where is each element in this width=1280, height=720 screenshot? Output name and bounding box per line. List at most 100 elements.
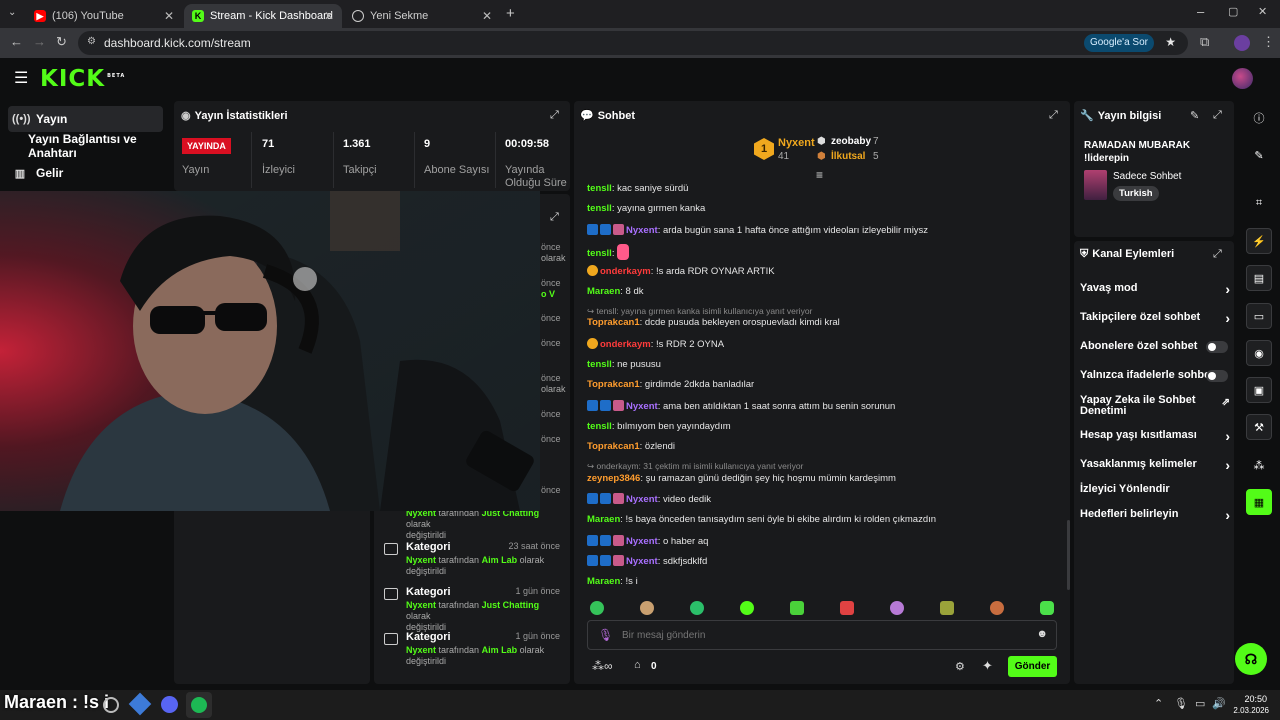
lightning-icon[interactable]: ⚡ bbox=[1246, 228, 1272, 254]
address-bar[interactable]: ⚙ dashboard.kick.com/stream Google'a Sor… bbox=[78, 31, 1188, 55]
chat-username[interactable]: onderkaym bbox=[600, 339, 651, 350]
new-tab-button[interactable]: + bbox=[506, 5, 515, 22]
volume-icon[interactable]: 🔊 bbox=[1212, 697, 1226, 710]
chat-username[interactable]: Nyxent bbox=[626, 401, 658, 412]
chat-username[interactable]: Nyxent bbox=[626, 556, 658, 567]
tab-kick-dashboard[interactable]: K Stream - Kick Dashboard ✕ bbox=[184, 4, 342, 28]
store-icon[interactable]: ⌂ bbox=[634, 659, 641, 671]
kick-logo[interactable]: KICK BETA bbox=[40, 66, 125, 92]
back-icon[interactable]: ← bbox=[10, 34, 23, 49]
dots-icon[interactable]: ⁂ bbox=[1246, 452, 1272, 478]
channel-action-item[interactable]: Yasaklanmış kelimeler › bbox=[1080, 457, 1230, 473]
tools-icon[interactable]: ⚒ bbox=[1246, 414, 1272, 440]
emote-icon[interactable] bbox=[740, 601, 754, 615]
expand-icon[interactable]: ⤢ bbox=[1213, 109, 1222, 122]
info-icon[interactable]: ⓘ bbox=[1246, 105, 1272, 131]
emote-icon[interactable] bbox=[690, 601, 704, 615]
app-icon[interactable]: ▦ bbox=[1246, 489, 1272, 515]
toggle-switch[interactable] bbox=[1206, 341, 1228, 353]
toggle-switch[interactable] bbox=[1206, 370, 1228, 382]
chat-username[interactable]: Maraen bbox=[587, 286, 620, 297]
clipboard-icon[interactable]: ▤ bbox=[1246, 265, 1272, 291]
emote-icon[interactable] bbox=[790, 601, 804, 615]
display-icon[interactable]: ▭ bbox=[1195, 697, 1205, 710]
screenshot-icon[interactable]: ⌗ bbox=[1246, 190, 1272, 216]
close-icon[interactable]: ✕ bbox=[482, 9, 492, 23]
chat-username[interactable]: Maraen bbox=[587, 576, 620, 587]
chat-username[interactable]: tensll bbox=[587, 248, 612, 259]
channel-action-item[interactable]: İzleyici Yönlendir bbox=[1080, 484, 1230, 495]
emote-icon[interactable] bbox=[990, 601, 1004, 615]
tab-youtube[interactable]: ▶ (106) YouTube ✕ bbox=[26, 4, 182, 28]
pencil-icon[interactable]: ✎ bbox=[1246, 142, 1272, 168]
forward-icon[interactable]: → bbox=[33, 34, 46, 49]
layout-icon[interactable]: ▣ bbox=[1246, 377, 1272, 403]
bookmark-star-icon[interactable]: ★ bbox=[1165, 35, 1176, 49]
sidebar-item-stream-key[interactable]: Yayın Bağlantısı ve Anahtarı bbox=[8, 132, 176, 160]
chat-username[interactable]: Nyxent bbox=[626, 536, 658, 547]
emote-icon[interactable] bbox=[840, 601, 854, 615]
extensions-icon[interactable]: ⧉ bbox=[1200, 34, 1209, 50]
channel-action-item[interactable]: Yalnızca ifadelerle sohbet bbox=[1080, 370, 1230, 382]
sidebar-item-revenue[interactable]: ▥ Gelir bbox=[8, 160, 163, 186]
microphone-icon[interactable]: 🎙 bbox=[598, 628, 613, 642]
emote-icon[interactable] bbox=[640, 601, 654, 615]
chat-username[interactable]: Toprakcan1 bbox=[587, 441, 640, 452]
chat-username[interactable]: onderkaym bbox=[600, 266, 651, 277]
settings-gear-icon[interactable]: ⚙ bbox=[955, 660, 965, 673]
menu-icon[interactable]: ⋮ bbox=[1262, 34, 1275, 50]
microphone-tray-icon[interactable]: 🎙 bbox=[1174, 697, 1188, 710]
chat-username[interactable]: Nyxent bbox=[626, 225, 658, 236]
chat-input-box[interactable]: 🎙 ☻ bbox=[587, 620, 1057, 650]
tray-chevron-icon[interactable]: ⌃ bbox=[1154, 697, 1163, 710]
expand-icon[interactable]: ⤢ bbox=[550, 211, 559, 224]
edit-pencil-icon[interactable]: ✎ bbox=[1190, 109, 1199, 122]
emoji-icon[interactable]: ☻ bbox=[1036, 628, 1048, 640]
app-icon[interactable] bbox=[103, 697, 119, 713]
channel-action-item[interactable]: Hesap yaşı kısıtlaması › bbox=[1080, 428, 1230, 444]
discord-icon[interactable] bbox=[161, 696, 178, 713]
emote-icon[interactable] bbox=[940, 601, 954, 615]
chat-username[interactable]: tensll bbox=[587, 421, 612, 432]
chat-username[interactable]: Toprakcan1 bbox=[587, 317, 640, 328]
tab-new-tab[interactable]: Yeni Sekme ✕ bbox=[344, 4, 500, 28]
channel-action-item[interactable]: Yavaş mod › bbox=[1080, 281, 1230, 297]
channel-action-item[interactable]: Hedefleri belirleyin › bbox=[1080, 507, 1230, 523]
emote-icon[interactable] bbox=[590, 601, 604, 615]
chat-username[interactable]: tensll bbox=[587, 359, 612, 370]
tab-list-icon[interactable]: ⌄ bbox=[8, 7, 16, 18]
chat-scrollbar[interactable] bbox=[1067, 520, 1070, 590]
expand-icon[interactable]: ⤢ bbox=[550, 109, 559, 122]
help-headset-button[interactable]: ☊ bbox=[1235, 643, 1267, 675]
sidebar-item-stream[interactable]: ((•)) Yayın bbox=[8, 106, 163, 132]
profile-avatar[interactable] bbox=[1234, 35, 1250, 51]
hamburger-menu-icon[interactable]: ☰ bbox=[14, 68, 28, 88]
spotify-button[interactable] bbox=[186, 692, 212, 718]
chat-username[interactable]: Nyxent bbox=[626, 494, 658, 505]
mod-tools-icon[interactable]: ✦ bbox=[982, 658, 993, 674]
channel-points-icon[interactable]: ⁂∞ bbox=[592, 659, 613, 673]
user-avatar[interactable] bbox=[1232, 68, 1253, 89]
channel-action-item[interactable]: Abonelere özel sohbet bbox=[1080, 341, 1230, 353]
chat-username[interactable]: tensll bbox=[587, 183, 612, 194]
window-close-button[interactable]: ✕ bbox=[1258, 5, 1267, 18]
close-icon[interactable]: ✕ bbox=[324, 9, 334, 23]
emote-icon[interactable] bbox=[1040, 601, 1054, 615]
chat-username[interactable]: Toprakcan1 bbox=[587, 379, 640, 390]
expand-icon[interactable]: ⤢ bbox=[1213, 248, 1222, 261]
maximize-button[interactable]: ▢ bbox=[1228, 5, 1238, 18]
broadcast-rail-icon[interactable]: ◉ bbox=[1246, 340, 1272, 366]
channel-action-item[interactable]: Yapay Zeka ile Sohbet Denetimi ⇗ bbox=[1080, 395, 1230, 417]
send-button[interactable]: Gönder bbox=[1008, 656, 1057, 677]
google-ask-chip[interactable]: Google'a Sor bbox=[1083, 34, 1154, 52]
chat-icon[interactable]: ▭ bbox=[1246, 303, 1272, 329]
chat-username[interactable]: tensll bbox=[587, 203, 612, 214]
minimize-button[interactable]: – bbox=[1197, 4, 1204, 19]
site-info-icon[interactable]: ⚙ bbox=[87, 36, 96, 47]
chat-username[interactable]: zeynep3846 bbox=[587, 473, 640, 484]
collapse-leaderboard-icon[interactable]: ≡ bbox=[816, 168, 823, 182]
app-icon[interactable] bbox=[128, 692, 152, 716]
channel-action-item[interactable]: Takipçilere özel sohbet › bbox=[1080, 310, 1230, 326]
close-icon[interactable]: ✕ bbox=[164, 9, 174, 23]
expand-icon[interactable]: ⤢ bbox=[1049, 109, 1058, 122]
